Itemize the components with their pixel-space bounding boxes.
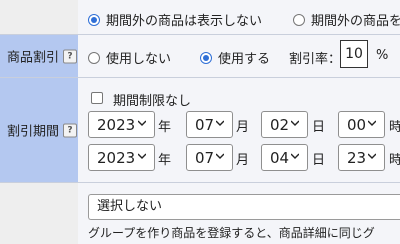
day-unit: 日 [312, 153, 326, 168]
year-unit: 年 [158, 120, 172, 135]
discount-rate-unit: % [376, 48, 389, 63]
period-label: 割引期間 [7, 124, 60, 140]
discount-label: 商品割引 [7, 50, 60, 66]
start-hour-value: 00 [347, 115, 367, 134]
radio-discount-none[interactable]: 使用しない [88, 48, 171, 67]
start-year-select[interactable]: 2023 [88, 111, 155, 138]
start-day-select[interactable]: 02 [261, 111, 308, 138]
radio-label-show: 期間外の商品を [311, 14, 400, 29]
chevron-down-icon [216, 120, 224, 126]
radio-checked-icon[interactable] [200, 51, 212, 64]
start-hour-select[interactable]: 00 [338, 111, 385, 138]
chevron-down-icon [216, 153, 224, 159]
start-year-value: 2023 [97, 115, 136, 134]
radio-label-use: 使用する [218, 52, 271, 67]
start-month-select[interactable]: 07 [186, 111, 233, 138]
hour-unit: 時 [389, 153, 400, 168]
chevron-down-icon [368, 153, 376, 159]
display-label-cell [0, 0, 78, 34]
end-hour-select[interactable]: 23 [338, 144, 385, 171]
hour-unit: 時 [389, 120, 400, 135]
end-day-select[interactable]: 04 [261, 144, 308, 171]
start-month-value: 07 [195, 115, 215, 134]
end-day-value: 04 [270, 148, 290, 167]
help-icon[interactable]: ? [63, 123, 78, 137]
radio-unchecked-icon[interactable] [88, 51, 100, 64]
end-hour-value: 23 [347, 148, 367, 167]
unlimited-period-checkbox[interactable] [91, 92, 103, 104]
month-unit: 月 [236, 153, 250, 168]
end-year-select[interactable]: 2023 [88, 144, 155, 171]
radio-checked-icon[interactable] [88, 13, 100, 26]
group-label-cell [0, 183, 78, 244]
discount-rate-input[interactable]: 10 [340, 40, 368, 68]
group-note: グループを作り商品を登録すると、商品詳細に同じグ [88, 226, 375, 240]
end-month-select[interactable]: 07 [186, 144, 233, 171]
end-year-value: 2023 [97, 148, 136, 167]
chevron-down-icon [138, 153, 146, 159]
radio-label-none: 使用しない [106, 52, 172, 67]
day-unit: 日 [312, 120, 326, 135]
discount-label-cell: 商品割引 ? [0, 35, 78, 77]
end-month-value: 07 [195, 148, 215, 167]
radio-unchecked-icon[interactable] [293, 13, 305, 26]
start-day-value: 02 [270, 115, 290, 134]
group-select[interactable]: 選択しない [88, 194, 400, 220]
radio-label-hide: 期間外の商品は表示しない [106, 14, 263, 29]
discount-rate-label: 割引率： [289, 52, 342, 67]
month-unit: 月 [236, 120, 250, 135]
radio-hide-out-of-period[interactable]: 期間外の商品は表示しない [88, 10, 262, 29]
radio-discount-use[interactable]: 使用する [200, 48, 270, 67]
chevron-down-icon [291, 120, 299, 126]
help-icon[interactable]: ? [63, 49, 78, 63]
period-label-cell: 割引期間 ? [0, 78, 78, 182]
chevron-down-icon [368, 120, 376, 126]
year-unit: 年 [158, 153, 172, 168]
chevron-down-icon [291, 153, 299, 159]
unlimited-period-label: 期間制限なし [113, 94, 192, 109]
radio-show-out-of-period[interactable]: 期間外の商品を [293, 10, 400, 29]
chevron-down-icon [138, 120, 146, 126]
